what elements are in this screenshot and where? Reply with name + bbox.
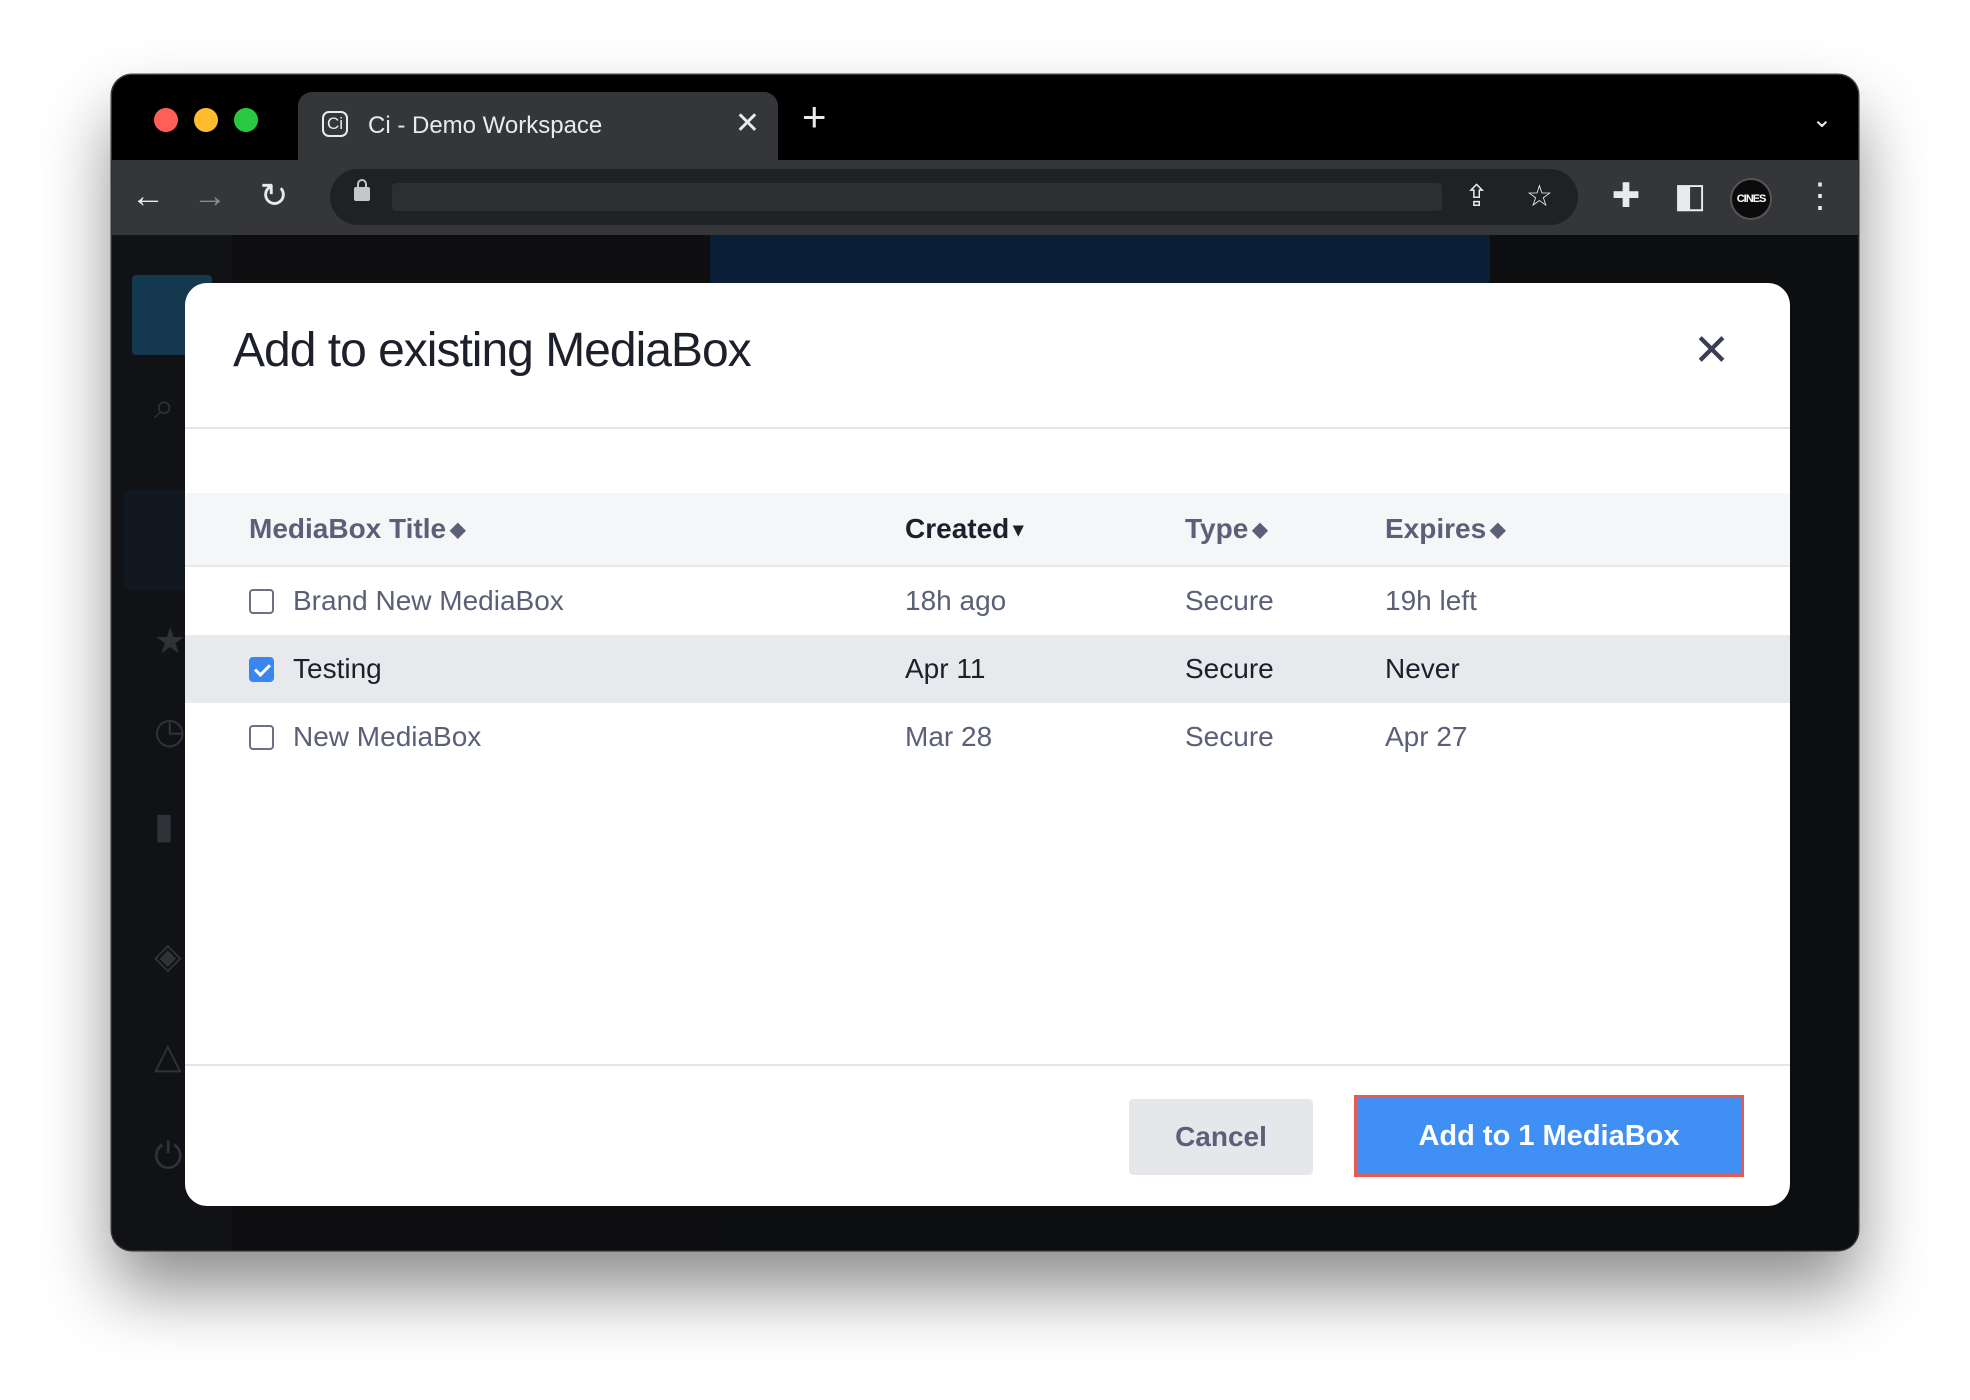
url-text[interactable] xyxy=(392,183,1442,211)
column-header-type[interactable]: Type ◆ xyxy=(1185,513,1268,545)
dialog-title: Add to existing MediaBox xyxy=(233,324,752,377)
table-row[interactable]: Brand New MediaBox 18h ago Secure 19h le… xyxy=(185,567,1790,635)
cell-title: Testing xyxy=(293,653,382,684)
tab-close-icon[interactable]: ✕ xyxy=(735,107,760,141)
table-row-selected[interactable]: Testing Apr 11 Secure Never xyxy=(185,635,1790,703)
browser-tab[interactable]: Ci Ci - Demo Workspace ✕ xyxy=(298,92,778,160)
back-icon[interactable]: ← xyxy=(124,172,172,220)
cell-type: Secure xyxy=(1185,585,1274,616)
row-checkbox[interactable] xyxy=(249,589,274,614)
add-to-mediabox-dialog: Add to existing MediaBox ✕ MediaBox Titl… xyxy=(185,283,1790,1206)
sort-icon: ◆ xyxy=(1252,519,1268,541)
tab-title: Ci - Demo Workspace xyxy=(368,112,603,139)
new-tab-icon[interactable]: + xyxy=(802,96,827,138)
close-window-button[interactable] xyxy=(154,108,178,132)
side-panel-icon[interactable]: ◧ xyxy=(1666,172,1714,220)
forward-icon[interactable]: → xyxy=(186,172,234,220)
browser-menu-icon[interactable]: ⋮ xyxy=(1796,172,1844,220)
sort-icon: ◆ xyxy=(1490,519,1506,541)
zoom-window-button[interactable] xyxy=(234,108,258,132)
cell-created: Mar 28 xyxy=(905,721,993,752)
row-checkbox[interactable] xyxy=(249,725,274,750)
sort-icon: ◆ xyxy=(450,519,466,541)
share-icon[interactable]: ⇪ xyxy=(1464,177,1489,217)
cell-expires: 19h left xyxy=(1385,585,1477,616)
sort-desc-icon: ▾ xyxy=(1013,519,1024,541)
tab-strip: Ci Ci - Demo Workspace ✕ + ⌄ xyxy=(112,75,1858,160)
cell-title: New MediaBox xyxy=(293,721,482,752)
cell-expires: Apr 27 xyxy=(1385,721,1468,752)
add-to-mediabox-button[interactable]: Add to 1 MediaBox xyxy=(1354,1095,1744,1177)
cell-title: Brand New MediaBox xyxy=(293,585,564,616)
browser-toolbar: ← → ↻ ⇪ ☆ ✚ ◧ CINES ⋮ xyxy=(112,160,1858,237)
cell-expires: Never xyxy=(1385,653,1460,684)
cell-created: 18h ago xyxy=(905,585,1007,616)
cell-created: Apr 11 xyxy=(905,653,986,684)
row-checkbox-checked[interactable] xyxy=(249,657,274,682)
bookmark-star-icon[interactable]: ☆ xyxy=(1526,177,1553,217)
close-icon[interactable]: ✕ xyxy=(1693,329,1730,373)
column-header-expires[interactable]: Expires ◆ xyxy=(1385,513,1506,545)
cell-type: Secure xyxy=(1185,653,1274,684)
extensions-icon[interactable]: ✚ xyxy=(1602,172,1650,220)
address-bar[interactable]: ⇪ ☆ xyxy=(330,169,1578,225)
table-header: MediaBox Title ◆ Created ▾ Type ◆ Expires ◆ xyxy=(185,493,1790,567)
cell-type: Secure xyxy=(1185,721,1274,752)
profile-avatar[interactable]: CINES xyxy=(1730,178,1772,220)
mediabox-table: MediaBox Title ◆ Created ▾ Type ◆ Expires ◆ … xyxy=(185,493,1790,771)
tab-search-icon[interactable]: ⌄ xyxy=(1812,105,1832,134)
column-header-created[interactable]: Created ▾ xyxy=(905,513,1023,545)
lock-icon[interactable] xyxy=(354,179,370,201)
divider xyxy=(185,427,1790,429)
divider xyxy=(185,1064,1790,1066)
cancel-button[interactable]: Cancel xyxy=(1129,1099,1313,1175)
minimize-window-button[interactable] xyxy=(194,108,218,132)
favicon-icon: Ci xyxy=(322,111,348,137)
table-row[interactable]: New MediaBox Mar 28 Secure Apr 27 xyxy=(185,703,1790,771)
column-header-title[interactable]: MediaBox Title ◆ xyxy=(249,513,465,545)
reload-icon[interactable]: ↻ xyxy=(250,172,298,220)
